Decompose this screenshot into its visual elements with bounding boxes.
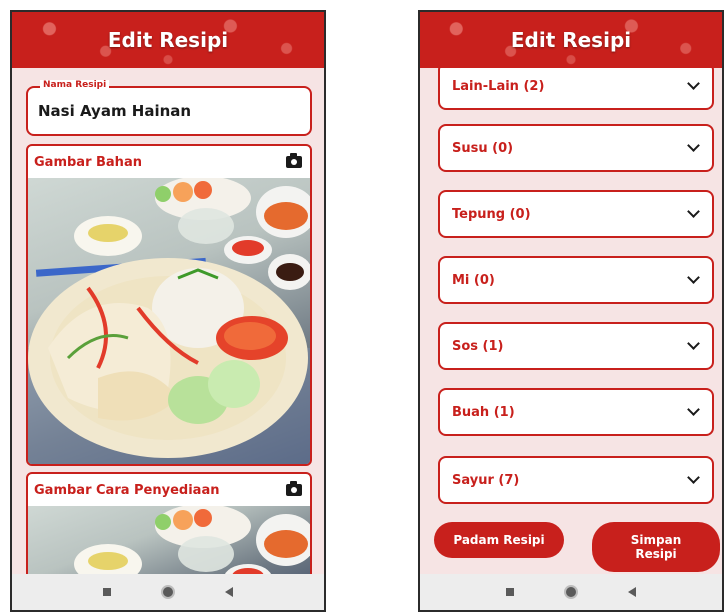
chevron-down-icon <box>687 337 700 350</box>
chevron-down-icon <box>687 205 700 218</box>
category-item[interactable]: Sos (1) <box>438 322 714 370</box>
app-header: Edit Resipi <box>12 12 324 68</box>
ingredient-image-header: Gambar Bahan <box>28 146 310 178</box>
food-photo-illustration <box>28 178 310 464</box>
recents-icon[interactable] <box>103 588 111 596</box>
delete-recipe-button[interactable]: Padam Resipi <box>434 522 564 558</box>
page-title: Edit Resipi <box>510 28 632 52</box>
home-icon[interactable] <box>564 585 578 599</box>
camera-icon[interactable] <box>286 481 302 496</box>
chevron-down-icon <box>687 77 700 90</box>
save-recipe-button[interactable]: Simpan Resipi <box>592 522 720 572</box>
category-label: Sayur (7) <box>452 472 520 488</box>
category-label: Susu (0) <box>452 140 514 156</box>
ingredient-image-title: Gambar Bahan <box>34 154 142 170</box>
preparation-image-header: Gambar Cara Penyediaan <box>28 474 310 506</box>
category-item[interactable]: Tepung (0) <box>438 190 714 238</box>
category-label: Mi (0) <box>452 272 495 288</box>
category-label: Lain-Lain (2) <box>452 78 545 94</box>
camera-icon[interactable] <box>286 153 302 168</box>
category-item[interactable]: Susu (0) <box>438 124 714 172</box>
app-header: Edit Resipi <box>420 12 722 68</box>
home-icon[interactable] <box>161 585 175 599</box>
chevron-down-icon <box>687 403 700 416</box>
category-label: Sos (1) <box>452 338 504 354</box>
ingredient-photo[interactable] <box>28 178 310 464</box>
category-item[interactable]: Mi (0) <box>438 256 714 304</box>
right-screen: Lain-Lain (2) Susu (0) Tepung (0) Mi (0)… <box>418 10 724 612</box>
page-title: Edit Resipi <box>107 28 229 52</box>
system-navigation-bar <box>420 574 722 610</box>
category-item[interactable]: Sayur (7) <box>438 456 714 504</box>
category-item[interactable]: Buah (1) <box>438 388 714 436</box>
system-navigation-bar <box>12 574 324 610</box>
ingredient-image-card: Gambar Bahan <box>26 144 312 466</box>
preparation-image-title: Gambar Cara Penyediaan <box>34 482 220 498</box>
chevron-down-icon <box>687 139 700 152</box>
back-icon[interactable] <box>628 587 636 597</box>
category-item[interactable]: Lain-Lain (2) <box>438 62 714 110</box>
recipe-name-field[interactable]: Nama Resipi Nasi Ayam Hainan <box>26 80 312 136</box>
recipe-name-label: Nama Resipi <box>40 80 110 90</box>
category-label: Buah (1) <box>452 404 515 420</box>
recents-icon[interactable] <box>506 588 514 596</box>
chevron-down-icon <box>687 271 700 284</box>
recipe-name-input[interactable]: Nasi Ayam Hainan <box>38 102 300 120</box>
chevron-down-icon <box>687 471 700 484</box>
category-label: Tepung (0) <box>452 206 531 222</box>
left-screen: Edit Resipi Nama Resipi Nasi Ayam Hainan… <box>10 10 326 612</box>
back-icon[interactable] <box>225 587 233 597</box>
